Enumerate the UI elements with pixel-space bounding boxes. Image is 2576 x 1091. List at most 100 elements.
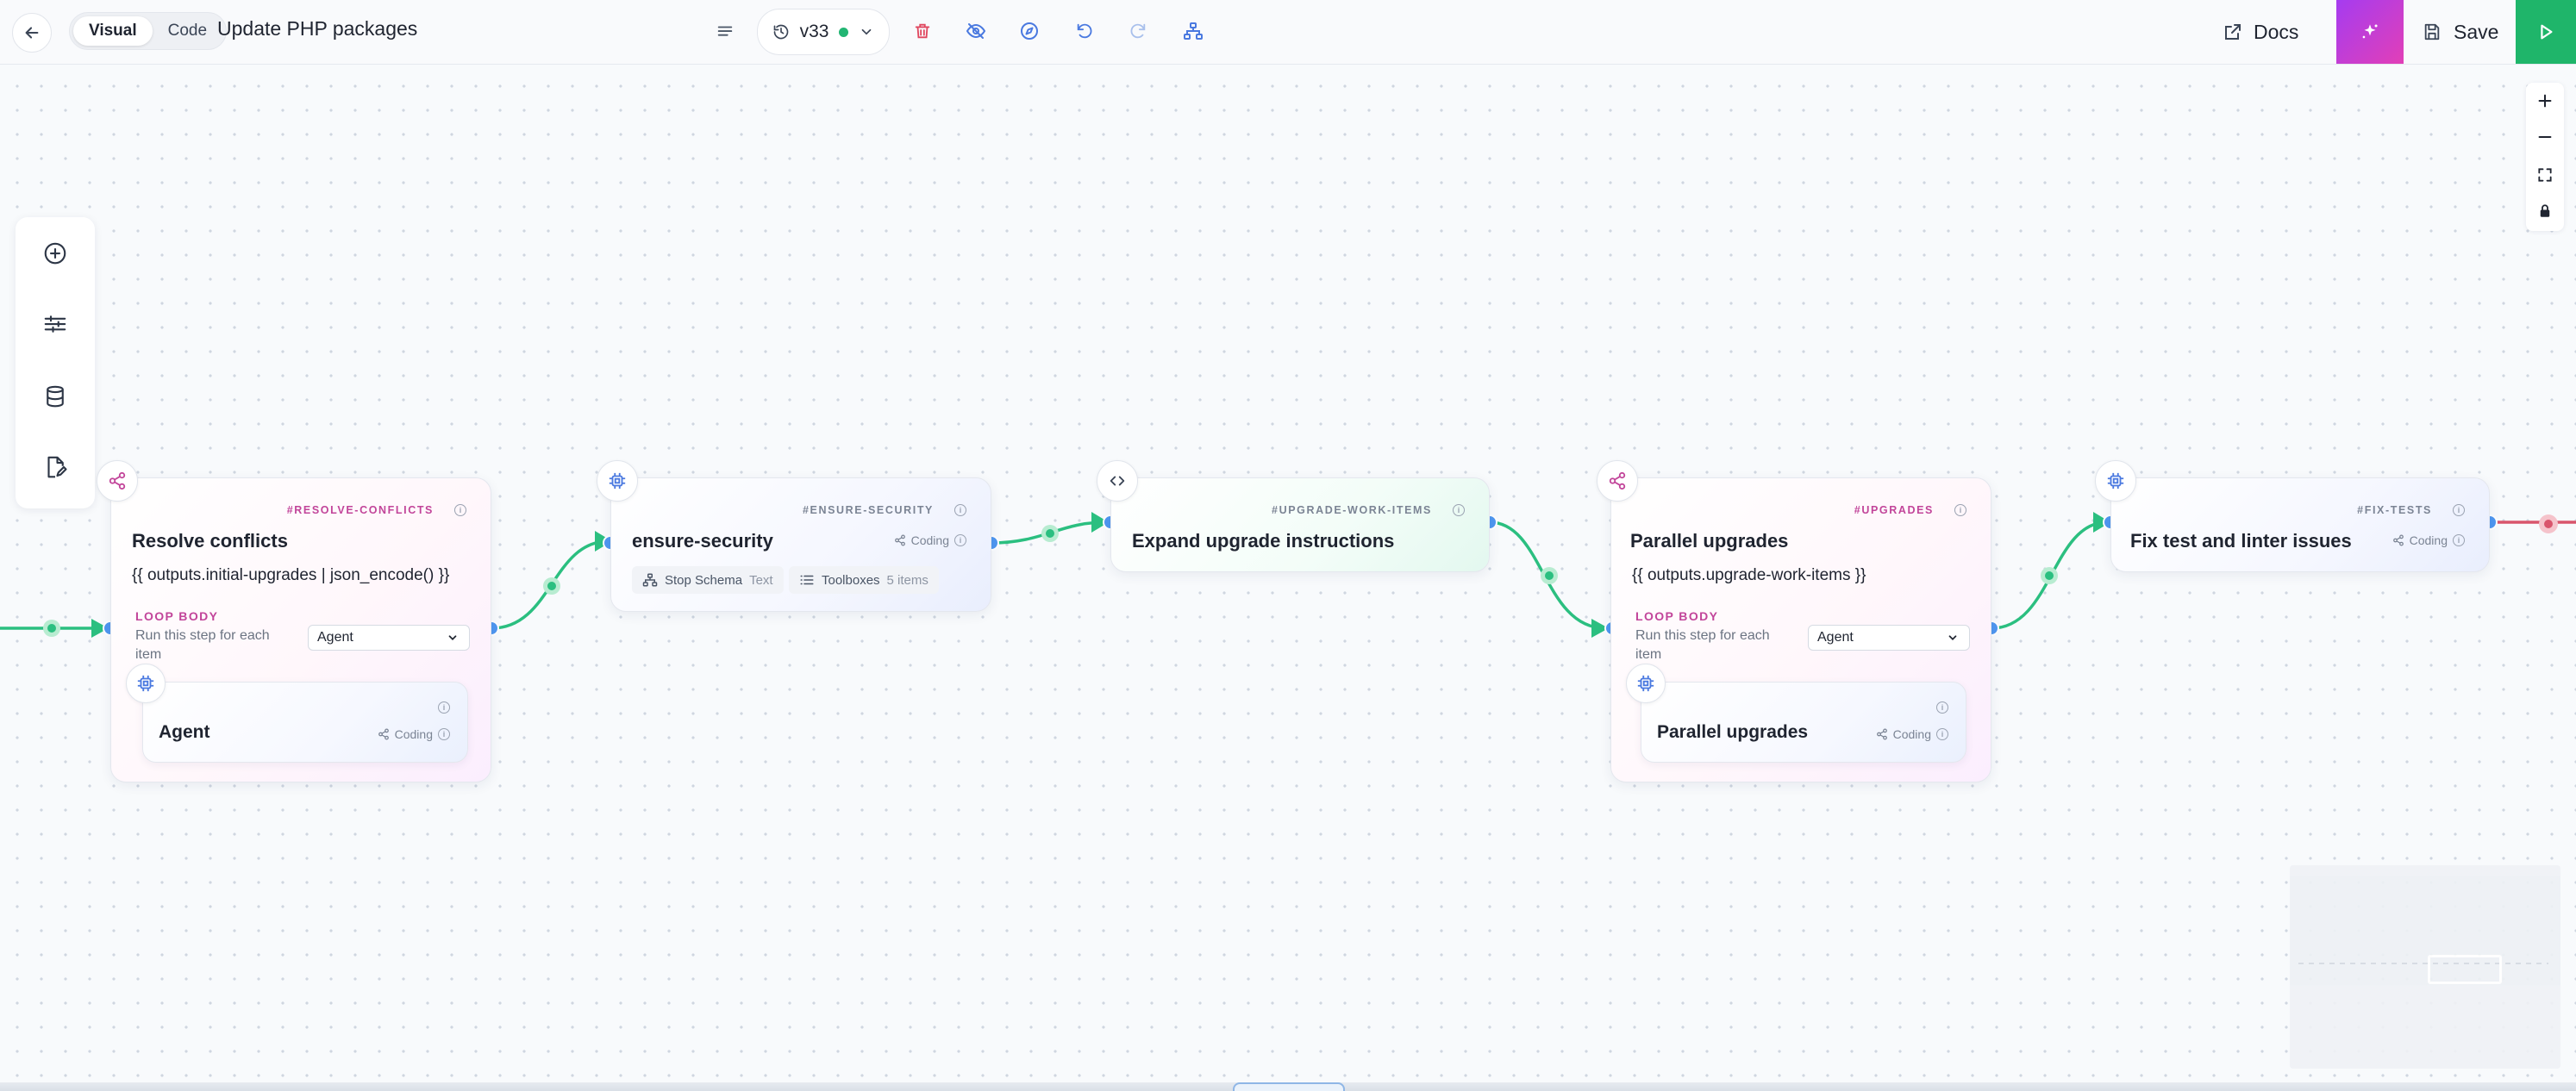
node-slug: #UPGRADE-WORK-ITEMS: [1272, 504, 1432, 516]
menu-button[interactable]: [710, 17, 740, 47]
fit-view-icon: [2538, 168, 2552, 182]
loop-step-select[interactable]: Agent: [308, 625, 470, 651]
auto-layout-button[interactable]: [1178, 16, 1209, 47]
view-mode-code[interactable]: Code: [153, 16, 222, 46]
stop-schema-pill[interactable]: Stop Schema Text: [632, 566, 784, 594]
node-upgrade-work-items[interactable]: #UPGRADE-WORK-ITEMS i Expand upgrade ins…: [1110, 477, 1490, 572]
loop-inner-node[interactable]: i Parallel upgrades Coding i: [1641, 682, 1966, 763]
info-icon[interactable]: i: [2453, 504, 2465, 516]
select-value: Agent: [1817, 630, 1854, 645]
redo-button[interactable]: [1122, 16, 1154, 47]
share-icon: [109, 471, 126, 490]
delete-button[interactable]: [907, 16, 938, 47]
trash-icon: [915, 23, 930, 39]
zoom-in-icon: [2538, 94, 2552, 108]
share-icon: [894, 534, 905, 546]
info-icon[interactable]: i: [1453, 504, 1465, 516]
node-title: Parallel upgrades: [1630, 530, 1789, 552]
tag-label: Coding: [394, 727, 433, 741]
loop-expression[interactable]: {{ outputs.initial-upgrades | json_encod…: [132, 566, 449, 585]
minimap-viewport[interactable]: [2428, 955, 2502, 984]
data-store-button[interactable]: [36, 377, 74, 415]
minimap[interactable]: [2290, 865, 2560, 1069]
undo-button[interactable]: [1069, 16, 1100, 47]
file-edit-icon: [47, 456, 67, 478]
cpu-icon: [2107, 472, 2124, 489]
node-icon-upgrades: [1597, 460, 1638, 502]
back-button[interactable]: [12, 13, 52, 53]
select-value: Agent: [317, 630, 353, 645]
loop-description: Run this step for each item: [135, 628, 270, 662]
node-title: Fix test and linter issues: [2130, 530, 2352, 552]
node-type-tag: Coding i: [378, 727, 450, 741]
fit-view-button[interactable]: [2526, 157, 2564, 193]
add-icon: [44, 242, 66, 265]
docs-link[interactable]: Docs: [2223, 12, 2298, 52]
info-icon[interactable]: i: [454, 504, 466, 516]
toolboxes-pill[interactable]: Toolboxes 5 items: [789, 566, 939, 594]
eye-off-icon: [966, 23, 986, 39]
node-fix-tests[interactable]: #FIX-TESTS i Fix test and linter issues …: [2110, 477, 2490, 572]
info-icon[interactable]: i: [2453, 534, 2465, 546]
node-type-tag: Coding i: [2392, 533, 2465, 547]
node-slug: #ENSURE-SECURITY: [802, 504, 934, 516]
inner-node-title: Agent: [159, 722, 210, 742]
zoom-out-button[interactable]: [2526, 119, 2564, 155]
zoom-out-icon: [2538, 135, 2552, 139]
view-mode-visual[interactable]: Visual: [73, 16, 153, 46]
save-icon: [2424, 23, 2440, 41]
version-status-dot: [839, 27, 849, 37]
info-icon[interactable]: i: [1954, 504, 1966, 516]
node-icon-ensure-security: [597, 460, 638, 502]
ai-assistant-button[interactable]: [2336, 0, 2404, 64]
info-icon[interactable]: i: [954, 504, 966, 516]
zoom-in-button[interactable]: [2526, 83, 2564, 119]
node-ensure-security[interactable]: #ENSURE-SECURITY i ensure-security Codin…: [610, 477, 991, 612]
share-icon: [2392, 534, 2404, 546]
info-icon[interactable]: i: [438, 701, 450, 714]
compass-icon: [1021, 22, 1038, 40]
save-button[interactable]: Save: [2423, 0, 2498, 64]
sitemap-icon: [1184, 22, 1203, 40]
pill-value: 5 items: [886, 572, 928, 588]
chevron-down-icon: [862, 28, 872, 35]
node-resolve-conflicts[interactable]: #RESOLVE-CONFLICTS i Resolve conflicts {…: [110, 477, 491, 782]
node-upgrades[interactable]: #UPGRADES i Parallel upgrades {{ outputs…: [1610, 477, 1991, 782]
info-icon[interactable]: i: [954, 534, 966, 546]
cpu-icon: [609, 472, 626, 489]
save-label: Save: [2454, 20, 2499, 43]
tag-label: Coding: [1892, 727, 1931, 741]
chevron-down-icon: [1948, 635, 1957, 640]
navigate-button[interactable]: [1014, 16, 1045, 47]
loop-step-select[interactable]: Agent: [1808, 625, 1970, 651]
node-slug: #UPGRADES: [1854, 504, 1934, 516]
node-title: Resolve conflicts: [132, 530, 288, 552]
node-icon-agent: [126, 664, 166, 703]
sitemap-icon: [642, 573, 658, 587]
version-selector[interactable]: v33: [757, 9, 890, 55]
settings-button[interactable]: [36, 305, 74, 343]
workflow-title[interactable]: Update PHP packages: [217, 17, 417, 41]
arrow-left-icon: [25, 27, 39, 39]
loop-inner-node[interactable]: i Agent Coding i: [142, 682, 468, 763]
pill-label: Stop Schema: [665, 572, 743, 588]
loop-expression[interactable]: {{ outputs.upgrade-work-items }}: [1632, 566, 1866, 585]
node-icon-parallel-agent: [1626, 664, 1666, 703]
add-node-button[interactable]: [36, 234, 74, 272]
cpu-icon: [1637, 675, 1654, 692]
docs-label: Docs: [2254, 20, 2299, 43]
run-button[interactable]: [2516, 0, 2576, 64]
share-icon: [1609, 471, 1626, 490]
play-icon: [2541, 24, 2553, 40]
node-icon-upgrade-work-items: [1097, 460, 1138, 502]
edit-file-button[interactable]: [36, 448, 74, 486]
pill-value: Text: [749, 572, 773, 588]
info-icon[interactable]: i: [1936, 728, 1948, 740]
list-icon: [717, 26, 733, 36]
lock-canvas-button[interactable]: [2526, 193, 2564, 229]
info-icon[interactable]: i: [1936, 701, 1948, 714]
info-icon[interactable]: i: [438, 728, 450, 740]
bottom-panel-toggle[interactable]: [1233, 1082, 1345, 1091]
loop-body-label: LOOP BODY: [135, 609, 219, 623]
hide-button[interactable]: [960, 16, 991, 47]
